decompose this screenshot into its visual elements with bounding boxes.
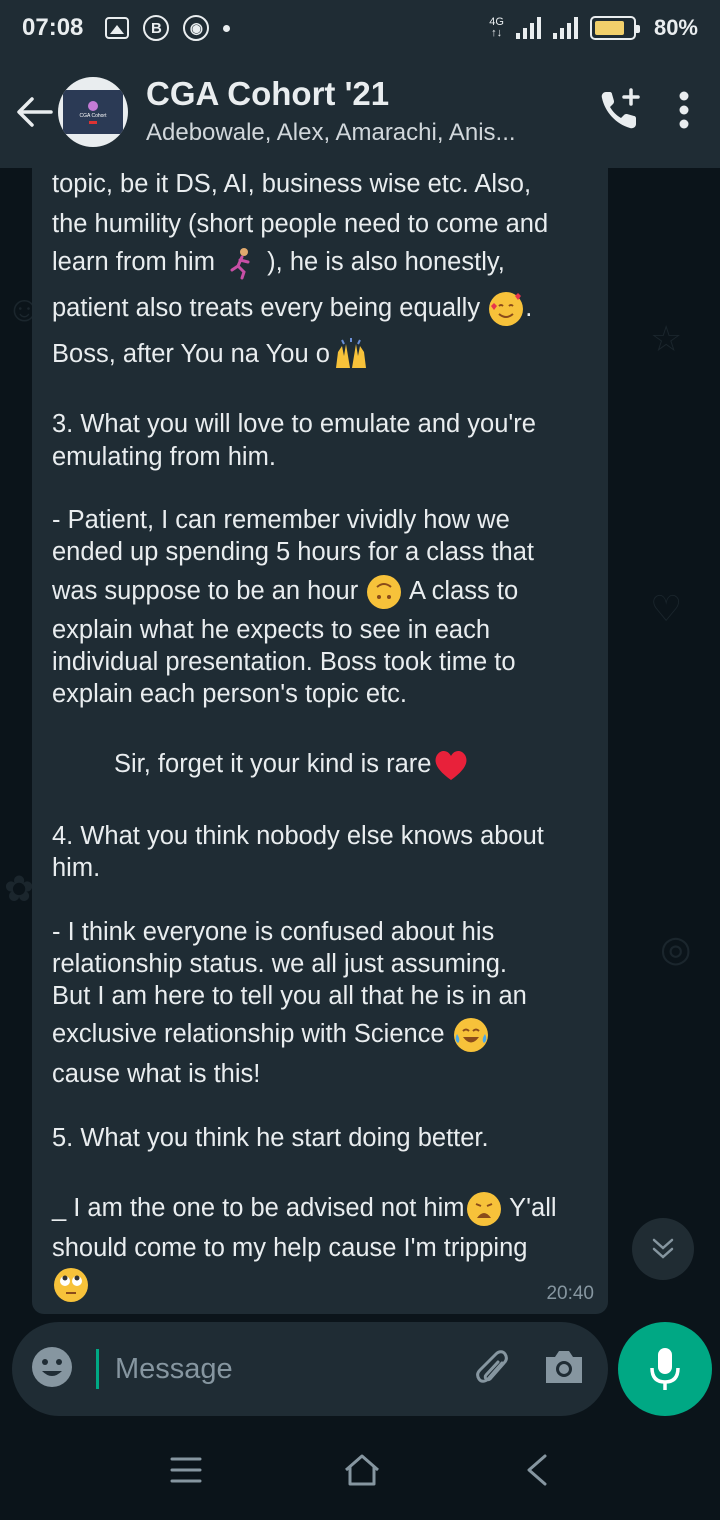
red-heart-emoji-icon — [433, 748, 467, 782]
message-timestamp: 20:40 — [546, 1283, 594, 1304]
home-icon[interactable] — [342, 1452, 382, 1493]
gallery-notification-icon — [105, 17, 130, 39]
raising-hands-emoji-icon — [332, 338, 366, 372]
signal-icon-2 — [552, 17, 578, 39]
voice-record-button[interactable] — [618, 1322, 712, 1416]
smiling-face-with-hearts-emoji-icon — [489, 292, 524, 327]
running-woman-emoji-icon — [224, 246, 258, 280]
upside-down-face-emoji-icon — [367, 575, 402, 610]
group-avatar[interactable]: CGA Cohort — [58, 77, 128, 147]
signal-icon — [515, 17, 541, 39]
attach-icon[interactable] — [470, 1345, 514, 1394]
recent-apps-icon[interactable] — [169, 1455, 203, 1490]
chat-title: CGA Cohort '21 — [146, 75, 390, 112]
message-composer: Message — [12, 1322, 608, 1416]
add-call-icon[interactable] — [598, 87, 642, 137]
text-caret — [96, 1349, 99, 1389]
wallpaper-doodle-icon: ◎ — [660, 928, 692, 969]
tears-of-joy-emoji-icon — [453, 1018, 488, 1053]
battery-percent: 80% — [653, 15, 698, 40]
chat-title-block[interactable]: CGA Cohort '21 Adebowale, Alex, Amarachi… — [146, 75, 516, 149]
chat-area[interactable]: ☺ ☆ ♡ ✿ ◎ topic, be it DS, AI, business … — [0, 168, 720, 1320]
wallpaper-doodle-icon: ☆ — [650, 318, 683, 359]
wallpaper-doodle-icon: ✿ — [4, 868, 35, 909]
face-with-rolling-eyes-emoji-icon — [54, 1268, 88, 1303]
mic-icon — [650, 1348, 680, 1390]
status-bar: 07:08 B ◉ 4G ↑↓ 80% — [0, 0, 720, 56]
network-type: 4G ↑↓ — [489, 16, 504, 39]
more-notifications-dot-icon — [223, 24, 231, 32]
chat-participants: Adebowale, Alex, Amarachi, Anis... — [146, 119, 516, 146]
b-notification-icon: B — [143, 15, 170, 41]
camera-icon[interactable] — [542, 1347, 586, 1392]
chat-header: CGA Cohort CGA Cohort '21 Adebowale, Ale… — [0, 56, 720, 168]
back-nav-icon[interactable] — [521, 1452, 551, 1493]
message-bubble[interactable]: topic, be it DS, AI, business wise etc. … — [32, 168, 608, 1314]
chat-notification-icon: ◉ — [183, 15, 210, 41]
message-input[interactable]: Message — [115, 1353, 470, 1386]
battery-icon — [589, 16, 640, 40]
back-arrow-icon[interactable] — [10, 88, 58, 136]
status-time: 07:08 — [22, 14, 84, 41]
weary-face-emoji-icon — [466, 1192, 501, 1227]
system-nav-bar — [0, 1424, 720, 1520]
more-options-icon[interactable] — [678, 90, 690, 135]
scroll-to-bottom-button[interactable] — [632, 1218, 694, 1280]
emoji-picker-icon[interactable] — [30, 1345, 74, 1394]
wallpaper-doodle-icon: ♡ — [650, 588, 683, 629]
